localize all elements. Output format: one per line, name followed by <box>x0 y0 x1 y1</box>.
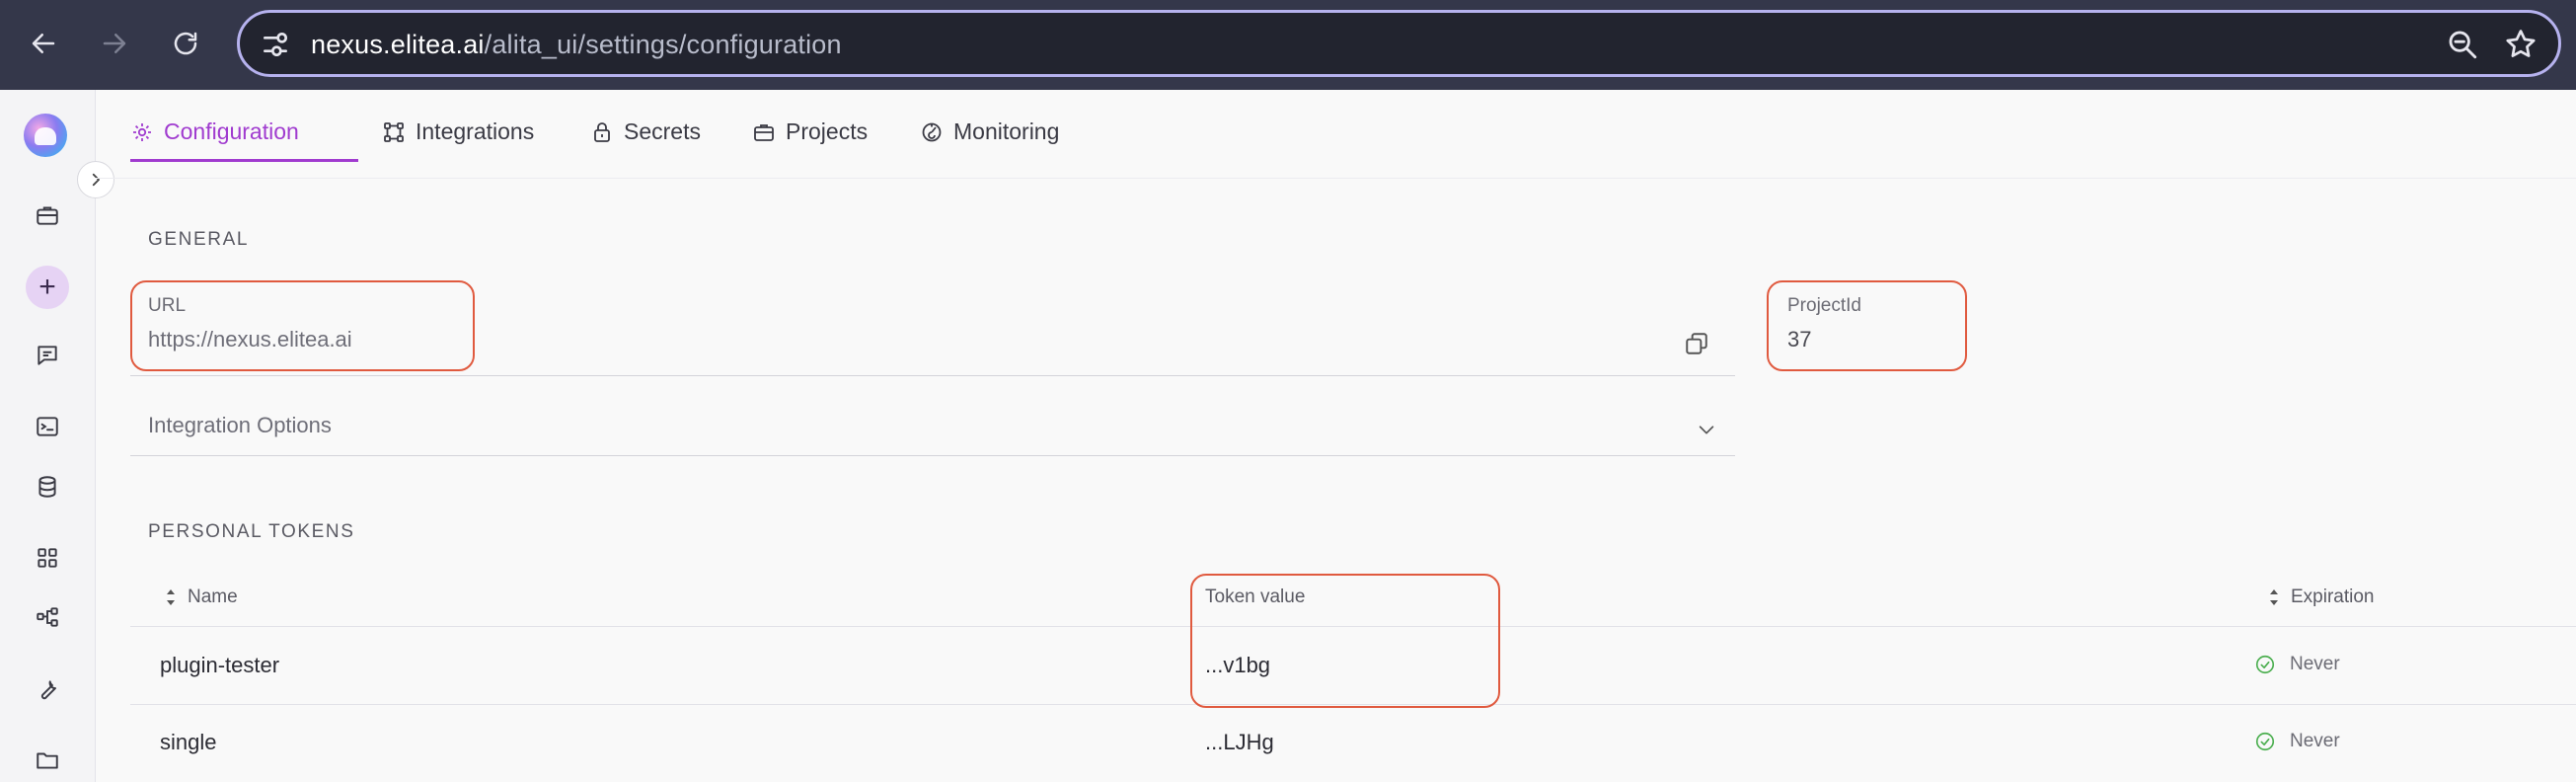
token-value: ...LJHg <box>1205 730 1274 754</box>
chevron-right-icon <box>92 173 100 187</box>
sidebar-item-datasources[interactable] <box>28 467 67 507</box>
token-value: ...v1bg <box>1205 653 1271 677</box>
tab-integrations[interactable]: Integrations <box>382 111 534 162</box>
column-header-label: Expiration <box>2291 586 2375 607</box>
sort-icon <box>167 589 175 605</box>
monitoring-icon <box>922 122 942 142</box>
arrow-right-icon <box>103 34 126 53</box>
folder-icon <box>37 752 58 769</box>
tab-label: Projects <box>786 118 869 144</box>
tabs-divider <box>96 178 2576 179</box>
token-expiration: Never <box>2254 731 2340 752</box>
browser-toolbar: nexus.elitea.ai/alita_ui/settings/config… <box>0 0 2576 90</box>
site-settings-icon[interactable] <box>260 29 291 60</box>
reload-button[interactable] <box>164 22 207 65</box>
app-logo[interactable] <box>24 114 67 157</box>
forward-button[interactable] <box>93 22 136 65</box>
integrations-icon <box>384 122 404 142</box>
section-general-title: GENERAL <box>148 229 250 250</box>
expand-sidebar-button[interactable] <box>77 161 114 198</box>
integration-options-label: Integration Options <box>148 413 332 437</box>
table-header-divider <box>130 626 2576 627</box>
project-id-label: ProjectId <box>1787 295 1861 316</box>
url-path: /alita_ui/settings/configuration <box>484 30 842 59</box>
table-row-divider <box>130 704 2576 705</box>
url-host: nexus.elitea.ai <box>311 30 485 59</box>
address-bar[interactable]: nexus.elitea.ai/alita_ui/settings/config… <box>237 10 2561 77</box>
copy-icon[interactable] <box>1684 331 1709 356</box>
reload-icon <box>174 32 197 55</box>
database-icon <box>38 476 56 498</box>
check-circle-icon <box>2255 655 2275 674</box>
wrench-icon <box>40 680 56 700</box>
sidebar-item-prompts[interactable] <box>28 407 67 446</box>
tab-configuration[interactable]: Configuration <box>130 111 358 162</box>
sidebar-item-briefcase[interactable] <box>28 196 67 235</box>
tab-monitoring[interactable]: Monitoring <box>920 111 1059 162</box>
url-field-value[interactable]: https://nexus.elitea.ai <box>148 327 352 352</box>
plus-icon: + <box>38 271 56 303</box>
url-text[interactable]: nexus.elitea.ai/alita_ui/settings/config… <box>311 30 842 60</box>
create-button[interactable]: + <box>26 266 69 309</box>
terminal-icon <box>37 417 58 436</box>
sidebar-item-pipelines[interactable] <box>28 597 67 637</box>
integration-options-accordion[interactable]: Integration Options <box>130 395 1735 456</box>
token-expiration: Never <box>2254 654 2340 675</box>
sort-icon <box>2270 589 2278 605</box>
highlight-box-url <box>130 280 475 371</box>
highlight-box-project-id <box>1767 280 1967 371</box>
tab-label: Integrations <box>416 118 535 144</box>
column-header-token: Token value <box>1205 586 1305 608</box>
chevron-down-icon <box>1699 426 1714 434</box>
tab-projects[interactable]: Projects <box>752 111 868 162</box>
column-header-name[interactable]: Name <box>164 586 238 608</box>
sidebar-item-toolkits[interactable] <box>28 670 67 710</box>
url-field-label: URL <box>148 295 187 316</box>
sidebar-item-apps[interactable] <box>28 538 67 578</box>
briefcase-icon <box>37 206 58 225</box>
back-button[interactable] <box>22 22 65 65</box>
accordion-underline <box>130 455 1735 456</box>
project-id-value: 37 <box>1787 327 1812 352</box>
tab-label: Monitoring <box>953 118 1060 144</box>
check-circle-icon <box>2255 732 2275 751</box>
column-header-label: Token value <box>1205 586 1306 607</box>
section-tokens-title: PERSONAL TOKENS <box>148 521 355 542</box>
expiration-text: Never <box>2290 731 2340 751</box>
arrow-left-icon <box>32 34 55 53</box>
tab-secrets[interactable]: Secrets <box>590 111 701 162</box>
tab-label: Secrets <box>624 118 701 144</box>
sidebar-item-files[interactable] <box>28 741 67 780</box>
briefcase-icon <box>754 124 774 141</box>
lock-icon <box>594 122 610 142</box>
chat-icon <box>38 346 57 365</box>
column-header-expiration[interactable]: Expiration <box>2267 586 2375 608</box>
flow-icon <box>37 607 58 627</box>
grid-icon <box>38 548 57 568</box>
column-header-label: Name <box>188 586 238 607</box>
expiration-text: Never <box>2290 654 2340 674</box>
token-name: single <box>160 730 217 754</box>
url-field-underline <box>130 375 1735 376</box>
gear-icon <box>133 123 151 141</box>
bookmark-star-icon[interactable] <box>2503 27 2538 62</box>
token-name: plugin-tester <box>160 653 280 677</box>
sidebar-item-chat[interactable] <box>28 336 67 375</box>
tab-label: Configuration <box>164 118 299 144</box>
zoom-out-icon[interactable] <box>2446 28 2479 61</box>
